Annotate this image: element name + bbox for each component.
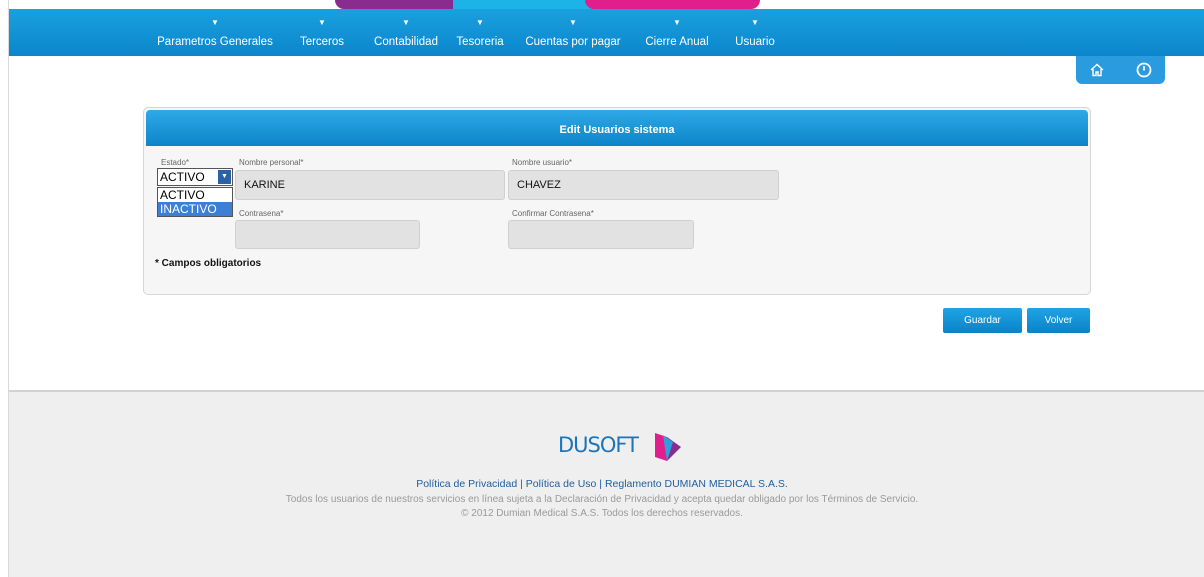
confirmar-contrasena-label: Confirmar Contrasena* — [512, 209, 594, 218]
rules-link[interactable]: Reglamento DUMIAN MEDICAL S.A.S. — [605, 478, 788, 490]
nombre-usuario-field[interactable]: CHAVEZ — [508, 170, 779, 200]
power-icon[interactable] — [1136, 62, 1152, 78]
nav-item-tesoreria[interactable]: ▼ Tesoreria — [452, 9, 508, 56]
window-left-edge — [0, 0, 9, 577]
panel-title: Edit Usuarios sistema — [146, 110, 1088, 146]
nav-item-label: Terceros — [299, 36, 345, 48]
dusoft-logo: DUSOFT — [558, 427, 683, 463]
chevron-down-icon: ▼ — [318, 18, 326, 27]
nav-item-label: Cuentas por pagar — [525, 36, 621, 48]
confirmar-contrasena-field[interactable] — [508, 220, 694, 249]
user-toolbox — [1076, 56, 1165, 84]
nombre-personal-label: Nombre personal* — [239, 158, 304, 167]
nav-item-label: Contabilidad — [374, 36, 438, 48]
contrasena-label: Contrasena* — [239, 209, 284, 218]
chevron-down-icon: ▼ — [211, 18, 219, 27]
estado-select[interactable]: ACTIVO ▼ — [157, 168, 233, 186]
accent-pink — [585, 0, 760, 9]
top-color-accents — [335, 0, 760, 9]
nav-item-usuario[interactable]: ▼ Usuario — [729, 9, 781, 56]
estado-selected-value: ACTIVO — [160, 170, 205, 184]
nav-item-label: Usuario — [735, 36, 775, 48]
nav-item-cuentas-por-pagar[interactable]: ▼ Cuentas por pagar — [520, 9, 626, 56]
footer-copyright: © 2012 Dumian Medical S.A.S. Todos los d… — [461, 508, 743, 519]
nav-item-contabilidad[interactable]: ▼ Contabilidad — [365, 9, 447, 56]
nav-item-terceros[interactable]: ▼ Terceros — [294, 9, 350, 56]
chevron-down-icon: ▼ — [476, 18, 484, 27]
nombre-personal-field[interactable]: KARINE — [235, 170, 505, 200]
dropdown-arrow-icon[interactable]: ▼ — [218, 170, 231, 184]
nav-item-parametros-generales[interactable]: ▼ Parametros Generales — [152, 9, 278, 56]
accent-cyan — [453, 0, 593, 9]
footer-links: Política de Privacidad | Política de Uso… — [0, 478, 1204, 490]
chevron-down-icon: ▼ — [402, 18, 410, 27]
nav-item-label: Parametros Generales — [157, 36, 273, 48]
option-activo[interactable]: ACTIVO — [158, 188, 232, 202]
required-fields-note: * Campos obligatorios — [155, 258, 262, 269]
footer-disclaimer: Todos los usuarios de nuestros servicios… — [285, 494, 919, 505]
option-inactivo[interactable]: INACTIVO — [158, 202, 232, 216]
estado-options-list: ACTIVO INACTIVO — [157, 187, 233, 217]
use-policy-link[interactable]: Política de Uso — [526, 478, 597, 490]
link-separator: | — [599, 478, 603, 490]
volver-button[interactable]: Volver — [1027, 308, 1090, 333]
accent-purple — [335, 0, 465, 9]
chevron-down-icon: ▼ — [751, 18, 759, 27]
nav-item-label: Tesoreria — [456, 36, 504, 48]
edit-user-panel: Edit Usuarios sistema — [143, 107, 1091, 295]
nav-item-cierre-anual[interactable]: ▼ Cierre Anual — [636, 9, 718, 56]
guardar-button[interactable]: Guardar — [943, 308, 1022, 333]
home-icon[interactable] — [1089, 62, 1105, 78]
link-separator: | — [520, 478, 523, 490]
privacy-policy-link[interactable]: Política de Privacidad — [416, 478, 517, 490]
chevron-down-icon: ▼ — [673, 18, 681, 27]
contrasena-field[interactable] — [235, 220, 420, 249]
logo-text: DUSOFT — [558, 433, 639, 457]
nombre-usuario-label: Nombre usuario* — [512, 158, 573, 167]
chevron-down-icon: ▼ — [569, 18, 577, 27]
nav-item-label: Cierre Anual — [645, 36, 709, 48]
estado-label: Estado* — [161, 158, 190, 167]
logo-mark-icon — [655, 433, 681, 461]
main-nav-bar: ▼ Parametros Generales ▼ Terceros ▼ Cont… — [9, 9, 1204, 56]
